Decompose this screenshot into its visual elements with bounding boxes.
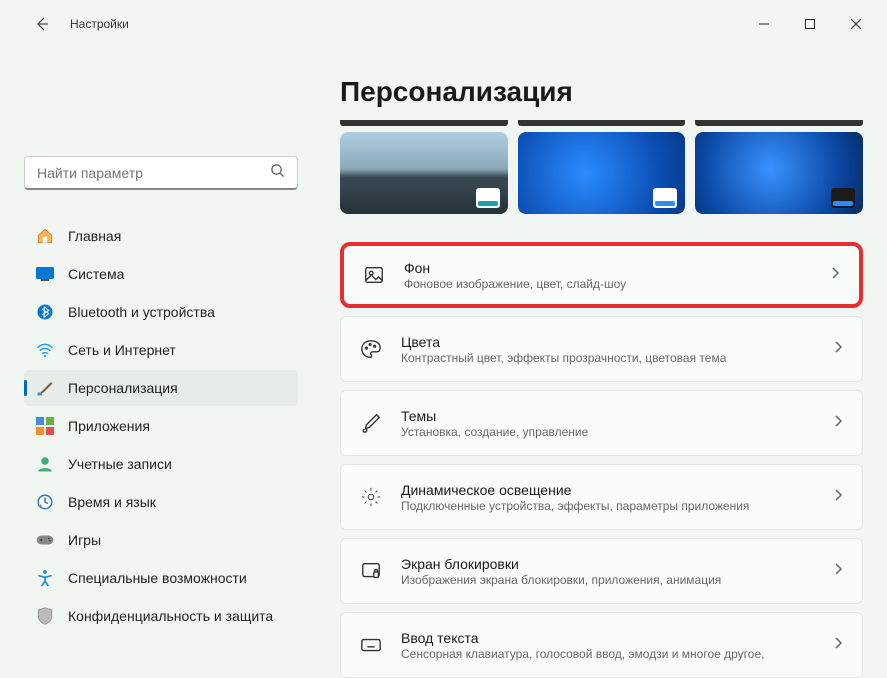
sidebar-item-label: Учетные записи (68, 456, 172, 472)
setting-title: Темы (401, 408, 814, 424)
person-icon (36, 455, 54, 473)
clock-icon (36, 493, 54, 511)
chevron-right-icon (832, 340, 844, 358)
sidebar-item-label: Время и язык (68, 494, 156, 510)
keyboard-icon (359, 633, 383, 657)
theme-thumb[interactable] (340, 132, 508, 214)
sidebar-item-personalization[interactable]: Персонализация (24, 370, 298, 406)
sidebar-item-label: Bluetooth и устройства (68, 304, 215, 320)
paintbrush-icon (36, 379, 54, 397)
back-button[interactable] (32, 14, 52, 34)
accessibility-icon (36, 569, 54, 587)
setting-title: Фон (404, 260, 811, 276)
sidebar-item-accessibility[interactable]: Специальные возможности (24, 560, 298, 596)
search-input-wrapper[interactable] (24, 156, 298, 190)
setting-row-dynamiclight[interactable]: Динамическое освещениеПодключенные устро… (340, 464, 863, 530)
sidebar-item-label: Персонализация (68, 380, 178, 396)
sidebar-item-label: Специальные возможности (68, 570, 247, 586)
sidebar: Главная Система Bluetooth и устройства С… (0, 48, 310, 678)
sidebar-item-network[interactable]: Сеть и Интернет (24, 332, 298, 368)
setting-title: Экран блокировки (401, 556, 814, 572)
sidebar-item-gaming[interactable]: Игры (24, 522, 298, 558)
setting-title: Динамическое освещение (401, 482, 814, 498)
sidebar-item-label: Система (68, 266, 124, 282)
theme-thumbnails (340, 132, 863, 214)
title-bar: Настройки (0, 0, 887, 48)
setting-row-lockscreen[interactable]: Экран блокировкиИзображения экрана блоки… (340, 538, 863, 604)
close-button[interactable] (833, 8, 879, 40)
maximize-button[interactable] (787, 8, 833, 40)
setting-desc: Контрастный цвет, эффекты прозрачности, … (401, 351, 814, 365)
sidebar-item-home[interactable]: Главная (24, 218, 298, 254)
sidebar-item-system[interactable]: Система (24, 256, 298, 292)
home-icon (36, 227, 54, 245)
sidebar-item-accounts[interactable]: Учетные записи (24, 446, 298, 482)
apps-icon (36, 417, 54, 435)
theme-thumb[interactable] (695, 132, 863, 214)
shield-icon (36, 607, 54, 625)
chevron-right-icon (832, 414, 844, 432)
window-title: Настройки (70, 17, 129, 31)
sparkle-icon (359, 485, 383, 509)
setting-row-themes[interactable]: ТемыУстановка, создание, управление (340, 390, 863, 456)
chevron-right-icon (829, 266, 841, 284)
settings-list: ФонФоновое изображение, цвет, слайд-шоу … (340, 242, 863, 678)
chevron-right-icon (832, 636, 844, 654)
sidebar-item-label: Игры (68, 532, 101, 548)
sidebar-item-label: Главная (68, 228, 121, 244)
page-title: Персонализация (340, 76, 863, 108)
nav-list: Главная Система Bluetooth и устройства С… (24, 218, 298, 634)
sidebar-item-bluetooth[interactable]: Bluetooth и устройства (24, 294, 298, 330)
brush-icon (359, 411, 383, 435)
gamepad-icon (36, 531, 54, 549)
theme-thumb[interactable] (518, 132, 686, 214)
minimize-button[interactable] (741, 8, 787, 40)
setting-title: Цвета (401, 334, 814, 350)
sidebar-item-label: Конфиденциальность и защита (68, 608, 273, 624)
palette-icon (359, 337, 383, 361)
setting-desc: Изображения экрана блокировки, приложени… (401, 573, 814, 587)
system-icon (36, 265, 54, 283)
search-icon (270, 163, 285, 183)
image-icon (362, 263, 386, 287)
sidebar-item-label: Приложения (68, 418, 150, 434)
setting-desc: Фоновое изображение, цвет, слайд-шоу (404, 277, 811, 291)
setting-title: Ввод текста (401, 630, 814, 646)
setting-row-colors[interactable]: ЦветаКонтрастный цвет, эффекты прозрачно… (340, 316, 863, 382)
lockscreen-icon (359, 559, 383, 583)
sidebar-item-label: Сеть и Интернет (68, 342, 176, 358)
sidebar-item-time[interactable]: Время и язык (24, 484, 298, 520)
setting-row-background[interactable]: ФонФоновое изображение, цвет, слайд-шоу (340, 242, 863, 308)
sidebar-item-privacy[interactable]: Конфиденциальность и защита (24, 598, 298, 634)
setting-desc: Установка, создание, управление (401, 425, 814, 439)
setting-row-textinput[interactable]: Ввод текстаСенсорная клавиатура, голосов… (340, 612, 863, 678)
sidebar-item-apps[interactable]: Приложения (24, 408, 298, 444)
setting-desc: Сенсорная клавиатура, голосовой ввод, эм… (401, 647, 814, 661)
main-content: Персонализация ФонФоновое изображение, ц… (310, 48, 887, 678)
chevron-right-icon (832, 488, 844, 506)
theme-row-cutoff (340, 120, 863, 126)
search-input[interactable] (37, 165, 270, 181)
setting-desc: Подключенные устройства, эффекты, параме… (401, 499, 814, 513)
bluetooth-icon (36, 303, 54, 321)
chevron-right-icon (832, 562, 844, 580)
wifi-icon (36, 341, 54, 359)
